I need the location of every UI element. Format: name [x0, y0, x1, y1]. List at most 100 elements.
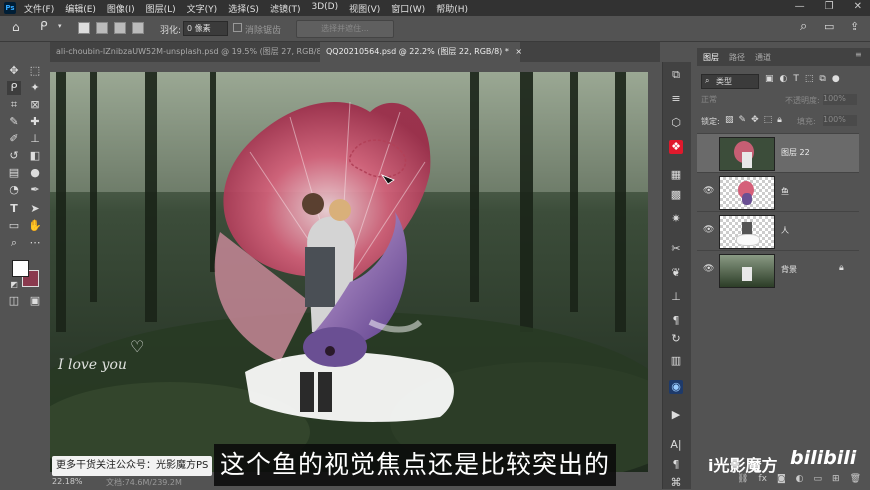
blur-tool-icon[interactable]: ●	[28, 166, 42, 180]
workspace-icon[interactable]: ▭	[824, 20, 834, 33]
fill-input[interactable]: 100%	[823, 115, 857, 126]
eye-icon[interactable]: 👁︎	[703, 264, 714, 274]
gradient-tool-icon[interactable]: ▤	[7, 166, 21, 180]
lock-transparent-icon[interactable]: ▧	[725, 115, 734, 125]
properties-panel-icon[interactable]: ≡	[669, 92, 683, 106]
select-and-mask-button[interactable]: 选择并遮住...	[296, 20, 394, 38]
adjustments-panel-icon[interactable]: ✷	[669, 212, 683, 226]
hand-tool-icon[interactable]: ✋	[28, 219, 42, 233]
quick-mask-icon[interactable]: ◫	[7, 294, 21, 308]
layer-row[interactable]: 图层 22	[697, 133, 859, 172]
menu-layer[interactable]: 图层(L)	[146, 2, 176, 15]
new-group-icon[interactable]: ▭	[814, 474, 823, 484]
layer-filter-select[interactable]: ⌕ 类型	[701, 74, 759, 89]
eraser-icon[interactable]: ◧	[28, 149, 42, 163]
menu-file[interactable]: 文件(F)	[24, 2, 54, 15]
brush-panel-icon[interactable]: ❦	[669, 266, 683, 280]
menu-edit[interactable]: 编辑(E)	[65, 2, 96, 15]
path-selection-icon[interactable]: ➤	[28, 202, 42, 216]
shape-filter-icon[interactable]: ⬚	[805, 74, 814, 84]
layer-row[interactable]: 👁︎ 人	[697, 211, 859, 250]
foreground-color-swatch[interactable]	[12, 260, 29, 277]
new-layer-icon[interactable]: ⊞	[832, 474, 840, 484]
minimize-icon[interactable]: —	[795, 1, 805, 12]
antialias-checkbox[interactable]	[233, 23, 242, 35]
chevron-down-icon[interactable]: ▾	[58, 22, 62, 30]
swatches-panel-icon[interactable]: ▦	[669, 168, 683, 182]
filter-toggle-icon[interactable]: ●	[832, 74, 840, 84]
move-tool-icon[interactable]: ✥	[7, 64, 21, 78]
maximize-icon[interactable]: ❐	[825, 1, 834, 12]
menu-help[interactable]: 帮助(H)	[436, 2, 468, 15]
type-filter-icon[interactable]: T	[793, 74, 799, 84]
zoom-tool-icon[interactable]: ⌕	[7, 236, 21, 250]
feather-input[interactable]: 0 像素	[183, 21, 228, 36]
history-brush-icon[interactable]: ↺	[7, 149, 21, 163]
image-filter-icon[interactable]: ▣	[765, 74, 774, 84]
lock-position-icon[interactable]: ✥	[751, 115, 759, 125]
menu-3d[interactable]: 3D(D)	[311, 2, 338, 15]
subtract-selection-icon[interactable]	[114, 22, 126, 37]
add-mask-icon[interactable]: ◙	[777, 474, 786, 484]
crop-tool-icon[interactable]: ⌗	[7, 98, 21, 112]
frame-tool-icon[interactable]: ⊠	[28, 98, 42, 112]
close-icon[interactable]: ×	[515, 47, 522, 56]
glyphs-panel-icon[interactable]: ⌘	[669, 476, 683, 490]
tab-channels[interactable]: 通道	[755, 52, 771, 63]
menu-image[interactable]: 图像(I)	[107, 2, 135, 15]
more-tools-icon[interactable]: ⋯	[28, 236, 42, 250]
home-icon[interactable]: ⌂	[12, 20, 20, 34]
character-panel-icon[interactable]: ¶	[669, 314, 683, 328]
menu-view[interactable]: 视图(V)	[349, 2, 380, 15]
lock-artboard-icon[interactable]: ⬚	[764, 115, 773, 125]
zoom-level[interactable]: 22.18%	[52, 477, 83, 486]
panel-menu-icon[interactable]: ≡	[855, 50, 862, 59]
layer-row[interactable]: 👁︎ 背景 🔒︎	[697, 250, 859, 289]
adjustment-filter-icon[interactable]: ◐	[780, 74, 788, 84]
blend-mode-select[interactable]: 正常	[701, 94, 757, 106]
paragraph-panel-icon[interactable]: ¶	[669, 458, 683, 472]
patterns-panel-icon[interactable]: ▩	[669, 188, 683, 202]
add-selection-icon[interactable]	[96, 22, 108, 37]
eye-icon[interactable]: 👁︎	[703, 186, 714, 196]
brush-settings-icon[interactable]: ✂	[669, 242, 683, 256]
lasso-tool-icon[interactable]: ᑭ	[7, 81, 21, 95]
default-colors-icon[interactable]: ◩	[7, 278, 21, 292]
menu-window[interactable]: 窗口(W)	[391, 2, 425, 15]
screen-mode-icon[interactable]: ▣	[28, 294, 42, 308]
eyedropper-icon[interactable]: ✎	[7, 115, 21, 129]
search-icon[interactable]: ⌕	[800, 19, 807, 34]
intersect-selection-icon[interactable]	[132, 22, 144, 37]
document-canvas[interactable]: I love you ♡	[50, 72, 648, 472]
pen-tool-icon[interactable]: ✒	[28, 183, 42, 197]
lock-all-icon[interactable]: 🔒︎	[777, 115, 782, 125]
new-selection-icon[interactable]	[78, 22, 90, 37]
tab-paths[interactable]: 路径	[729, 52, 745, 63]
history-panel-icon[interactable]: ⧉	[669, 68, 683, 82]
brush-tool-icon[interactable]: ✐	[7, 132, 21, 146]
color-panel-icon[interactable]: ❖	[669, 140, 683, 154]
tab-document-1[interactable]: ali-choubin-IZnibzaUW52M-unsplash.psd @ …	[50, 42, 345, 62]
adjustment-layer-icon[interactable]: ◐	[796, 474, 804, 484]
menu-type[interactable]: 文字(Y)	[187, 2, 218, 15]
menu-filter[interactable]: 滤镜(T)	[270, 2, 301, 15]
type-panel-icon[interactable]: A|	[669, 438, 683, 452]
magic-wand-icon[interactable]: ✦	[28, 81, 42, 95]
dodge-tool-icon[interactable]: ◔	[7, 183, 21, 197]
type-tool-icon[interactable]: T	[7, 202, 21, 216]
rectangle-tool-icon[interactable]: ▭	[7, 219, 21, 233]
play-action-icon[interactable]: ▶	[669, 408, 683, 422]
opacity-input[interactable]: 100%	[823, 94, 857, 105]
marquee-tool-icon[interactable]: ⬚	[28, 64, 42, 78]
menu-select[interactable]: 选择(S)	[228, 2, 259, 15]
clone-source-icon[interactable]: ⊥	[669, 290, 683, 304]
healing-brush-icon[interactable]: ✚	[28, 115, 42, 129]
histogram-panel-icon[interactable]: ▥	[669, 354, 683, 368]
delete-layer-icon[interactable]: 🗑︎	[850, 474, 861, 484]
lock-pixels-icon[interactable]: ✎	[739, 115, 747, 125]
lasso-tool-preset-icon[interactable]: ᑭ	[40, 19, 48, 33]
eye-icon[interactable]: 👁︎	[703, 225, 714, 235]
3d-panel-icon[interactable]: ⬡	[669, 116, 683, 130]
smart-object-filter-icon[interactable]: ⧉	[819, 74, 825, 84]
tab-document-2[interactable]: QQ20210564.psd @ 22.2% (图层 22, RGB/8) * …	[320, 42, 522, 62]
